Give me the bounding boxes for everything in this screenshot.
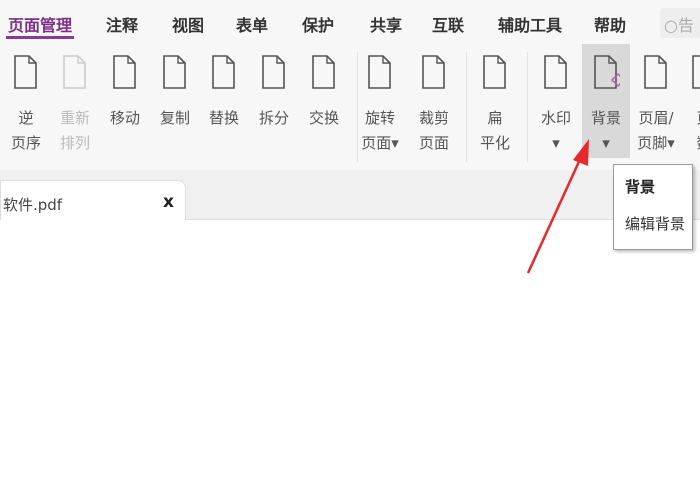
red-arrow-annotation: [526, 139, 589, 274]
